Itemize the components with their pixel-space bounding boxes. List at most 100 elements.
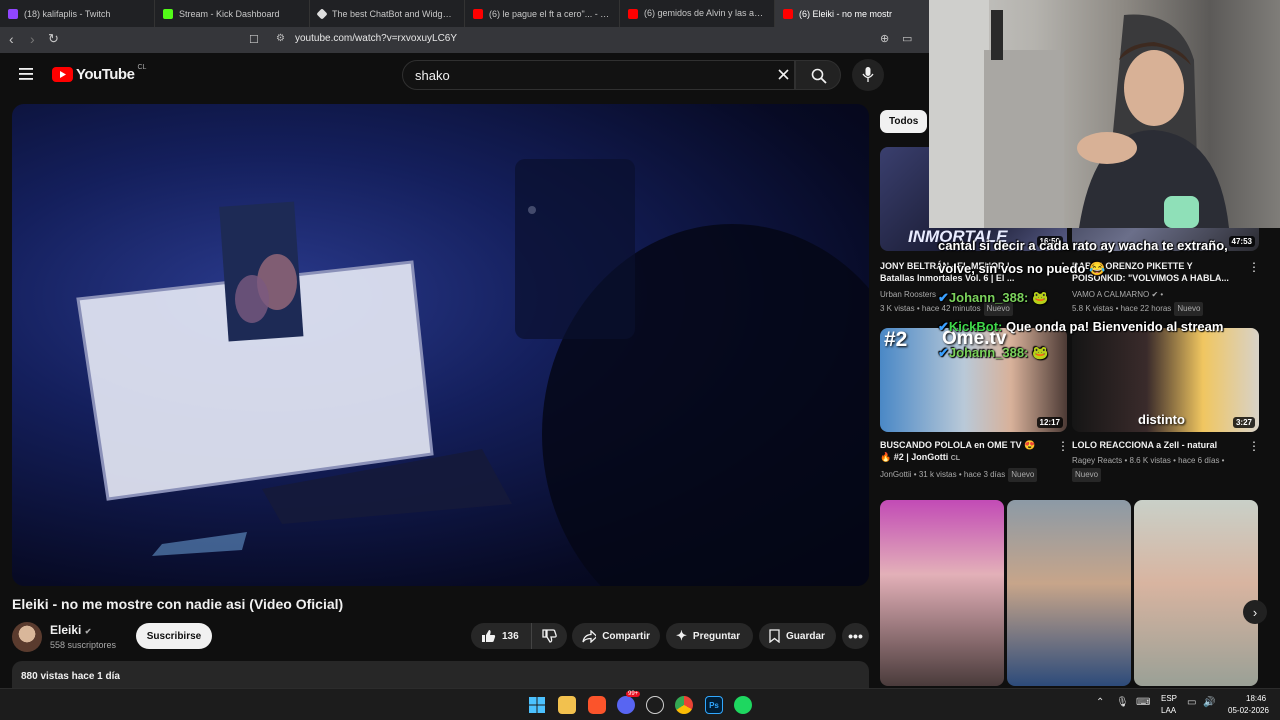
more-vertical-icon[interactable]: ⋮ [1248, 439, 1260, 453]
volume-icon[interactable]: 🔊 [1203, 697, 1215, 708]
ask-label: Preguntar [692, 630, 741, 642]
input-language[interactable]: ESP [1161, 694, 1177, 703]
video-player[interactable] [12, 104, 869, 586]
subscribe-button[interactable]: Suscribirse [136, 623, 212, 649]
back-icon[interactable]: ‹ [9, 31, 14, 47]
share-icon [582, 629, 597, 643]
sparkle-icon: ✦ [676, 628, 687, 643]
zoom-icon[interactable]: ⊕ [880, 32, 889, 45]
title-line: LOLO REACCIONA a Zell - natural [1072, 440, 1218, 450]
chevron-up-icon[interactable]: ⌃ [1096, 697, 1104, 708]
video-frame [76, 159, 869, 586]
youtube-icon [783, 8, 793, 19]
browser-tab-kick[interactable]: Stream - Kick Dashboard [155, 0, 310, 27]
title-suffix: CL [950, 455, 961, 462]
ask-button[interactable]: ✦ Preguntar [666, 623, 753, 649]
verified-icon: ✔ [1151, 290, 1159, 299]
thumbs-up-icon [482, 630, 496, 642]
channel-name[interactable]: Ragey Reacts [1072, 456, 1122, 465]
like-count: 136 [502, 630, 519, 642]
clock-date[interactable]: 05-02-2026 [1228, 706, 1269, 715]
logo-text: YouTube [76, 66, 135, 83]
more-actions-button[interactable]: ••• [842, 623, 869, 649]
share-button[interactable]: Compartir [572, 623, 660, 649]
microphone-tray-icon[interactable]: 🎙 [1116, 697, 1129, 708]
network-icon[interactable]: ▭ [1187, 697, 1196, 708]
shorts-next-button[interactable]: › [1243, 600, 1267, 624]
notification-badge: 99+ [626, 691, 641, 697]
checkmark-icon: ✔ [938, 319, 949, 334]
channel-name[interactable]: VAMO A CALMARNO [1072, 290, 1149, 299]
views-and-date: 880 vistas hace 1 día [21, 671, 120, 682]
share-label: Compartir [602, 630, 650, 642]
chat-text: Que onda pa! Bienvenido al stream [1005, 319, 1224, 334]
video-title: Eleiki - no me mostre con nadie asi (Vid… [12, 596, 344, 612]
short-thumbnail[interactable] [1134, 500, 1258, 686]
title-line: 🔥 #2 | JonGotti [880, 452, 949, 462]
install-icon[interactable]: ▭ [902, 32, 912, 45]
input-layout[interactable]: LAA [1161, 706, 1176, 715]
discord-icon[interactable]: 99+ [617, 691, 641, 714]
save-button[interactable]: Guardar [759, 623, 836, 649]
recommendation-title[interactable]: BUSCANDO POLOLA en OME TV 😍 🔥 #2 | JonGo… [880, 439, 1060, 465]
recommendation-title[interactable]: LOLO REACCIONA a Zell - natural [1072, 439, 1248, 451]
recommendation-meta: JonGottii • 31 k vistas • hace 3 días Nue… [880, 468, 1066, 482]
address-bar[interactable]: ⚙ youtube.com/watch?v=rxvoxuyLC6Y ⊕ ▭ [270, 30, 930, 50]
recommendation-thumbnail[interactable]: #2 Ome.tv 12:17 [880, 328, 1067, 432]
spotify-icon[interactable] [734, 696, 752, 714]
chat-text: volve, sin vos no puedo 😂 [938, 261, 1106, 276]
new-badge: Nuevo [1008, 468, 1038, 482]
like-button[interactable]: 136 [471, 623, 531, 649]
short-thumbnail[interactable] [880, 500, 1004, 686]
channel-avatar[interactable] [12, 622, 42, 652]
windows-taskbar: 99+ Ps ⌃ 🎙 ⌨ ESP LAA ▭ 🔊 18:46 05-02-202… [0, 688, 1280, 720]
search-input[interactable]: shako [402, 60, 795, 90]
meta-text: 8.6 K vistas • hace 6 días • [1129, 456, 1225, 465]
voice-search-button[interactable] [852, 59, 884, 91]
clock-time[interactable]: 18:46 [1246, 694, 1266, 703]
webcam-overlay [929, 0, 1280, 228]
url-text: youtube.com/watch?v=rxvoxuyLC6Y [295, 33, 458, 44]
chat-user: KickBot: [948, 319, 1003, 334]
region-label: CL [137, 64, 147, 71]
browser-tab-chatbot[interactable]: The best ChatBot and Widgets for Ki [310, 0, 465, 27]
webcam-frame [929, 0, 1229, 228]
twitch-icon [8, 8, 18, 19]
thumbnail-text: distinto [1138, 412, 1185, 427]
file-explorer-icon[interactable] [558, 696, 576, 714]
forward-icon[interactable]: › [30, 31, 35, 47]
browser-tab-youtube-1[interactable]: (6) le pague el ft a cero"... - YouTube [465, 0, 620, 27]
channel-name[interactable]: Eleiki ✔ [50, 623, 91, 637]
short-thumbnail[interactable] [1007, 500, 1131, 686]
more-vertical-icon[interactable]: ⋮ [1057, 439, 1069, 453]
youtube-logo[interactable]: YouTube CL [52, 64, 147, 83]
reload-icon[interactable]: ↻ [48, 31, 59, 47]
bookmark-icon[interactable]: ☐ [249, 33, 259, 46]
recommendation-thumbnail[interactable]: distinto 3:27 [1072, 328, 1259, 432]
browser-tab-youtube-2[interactable]: (6) gemidos de Alvin y las ardillas 😮 [620, 0, 775, 27]
dislike-button[interactable] [531, 623, 567, 649]
menu-icon[interactable] [19, 68, 33, 80]
chat-user: Johann_388: [948, 290, 1029, 305]
windows-start-icon[interactable] [529, 697, 545, 713]
bookmark-save-icon [769, 629, 780, 643]
browser-tab-twitch[interactable]: (18) kalifaplis - Twitch [0, 0, 155, 27]
filter-chip-all[interactable]: Todos [880, 110, 928, 133]
openai-icon[interactable] [646, 696, 664, 714]
chat-message: volve, sin vos no puedo 😂 [938, 261, 1105, 277]
more-vertical-icon[interactable]: ⋮ [1248, 260, 1260, 274]
clear-search-icon[interactable] [778, 69, 789, 80]
kick-icon [163, 8, 173, 19]
channel-name-text: Eleiki [50, 623, 82, 637]
search-button[interactable] [795, 60, 841, 90]
thumbnail-text: #2 [884, 328, 908, 351]
channel-name[interactable]: JonGottii [880, 470, 912, 479]
site-settings-icon[interactable]: ⚙ [276, 33, 285, 44]
brave-browser-icon[interactable] [588, 696, 606, 714]
keyboard-icon[interactable]: ⌨ [1136, 697, 1150, 708]
photoshop-icon[interactable]: Ps [705, 696, 723, 714]
checkmark-icon: ✔ [938, 290, 949, 305]
chrome-icon[interactable] [675, 696, 693, 714]
youtube-header: YouTube CL shako [0, 53, 930, 99]
browser-tab-youtube-active[interactable]: (6) Eleiki - no me mostr [775, 0, 930, 27]
